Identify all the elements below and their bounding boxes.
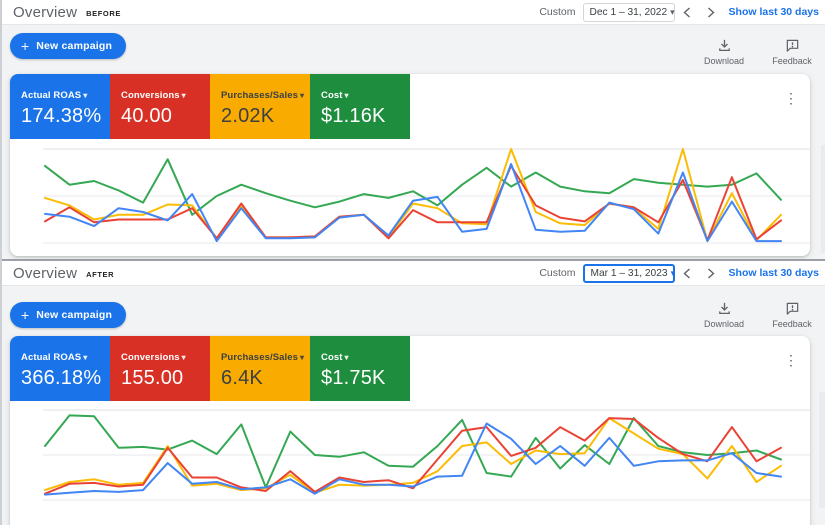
new-campaign-label: New campaign [36, 40, 112, 52]
feedback-button[interactable]: Feedback [766, 301, 818, 329]
date-range-value: Mar 1 – 31, 2023 [591, 268, 668, 279]
date-controls: Custom Dec 1 – 31, 2022 ▾ Show last 30 d… [539, 0, 821, 24]
next-period-button[interactable] [699, 261, 723, 285]
previous-period-button[interactable] [675, 0, 699, 24]
feedback-label: Feedback [772, 319, 812, 329]
overview-panel-before: Overview BEFORE Custom Dec 1 – 31, 2022 … [0, 0, 825, 259]
date-range-dropdown[interactable]: Mar 1 – 31, 2023 ▾ [583, 264, 675, 283]
overview-panel-after: Overview AFTER Custom Mar 1 – 31, 2023 ▾… [0, 259, 825, 525]
date-mode-label: Custom [539, 6, 575, 18]
download-button[interactable]: Download [698, 38, 750, 66]
overview-chart-card: Actual ROAS▾ 174.38% Conversions▾ 40.00 … [10, 74, 810, 256]
feedback-button[interactable]: Feedback [766, 38, 818, 66]
download-icon [717, 38, 732, 53]
top-bar: Overview BEFORE Custom Dec 1 – 31, 2022 … [0, 0, 825, 25]
new-campaign-button[interactable]: + New campaign [10, 302, 126, 328]
plus-icon: + [21, 39, 29, 53]
date-mode-label: Custom [539, 267, 575, 279]
before-tag: BEFORE [86, 9, 121, 18]
card-actions: Download Feedback [698, 38, 818, 66]
date-range-value: Dec 1 – 31, 2022 [590, 7, 668, 18]
scrollbar[interactable] [819, 392, 825, 508]
feedback-icon [785, 301, 800, 316]
new-campaign-button[interactable]: + New campaign [10, 33, 126, 59]
new-campaign-label: New campaign [36, 309, 112, 321]
date-range-dropdown[interactable]: Dec 1 – 31, 2022 ▾ [583, 3, 675, 22]
show-last-30-days-link[interactable]: Show last 30 days [729, 6, 819, 18]
scrollbar[interactable] [821, 145, 825, 253]
plus-icon: + [21, 308, 29, 322]
after-tag: AFTER [86, 270, 114, 279]
page-title: Overview [13, 265, 77, 282]
overview-chart-card: Actual ROAS▾ 366.18% Conversions▾ 155.00… [10, 336, 810, 525]
top-bar: Overview AFTER Custom Mar 1 – 31, 2023 ▾… [0, 261, 825, 286]
download-label: Download [704, 319, 744, 329]
feedback-label: Feedback [772, 56, 812, 66]
date-controls: Custom Mar 1 – 31, 2023 ▾ Show last 30 d… [539, 261, 821, 285]
next-period-button[interactable] [699, 0, 723, 24]
show-last-30-days-link[interactable]: Show last 30 days [729, 267, 819, 279]
title-wrap: Overview BEFORE [13, 0, 121, 24]
download-label: Download [704, 56, 744, 66]
title-wrap: Overview AFTER [13, 261, 114, 285]
page-title: Overview [13, 4, 77, 21]
card-actions: Download Feedback [698, 301, 818, 329]
left-border [0, 0, 2, 525]
performance-line-chart[interactable] [10, 336, 810, 525]
download-button[interactable]: Download [698, 301, 750, 329]
feedback-icon [785, 38, 800, 53]
previous-period-button[interactable] [675, 261, 699, 285]
download-icon [717, 301, 732, 316]
performance-line-chart[interactable] [10, 74, 810, 256]
